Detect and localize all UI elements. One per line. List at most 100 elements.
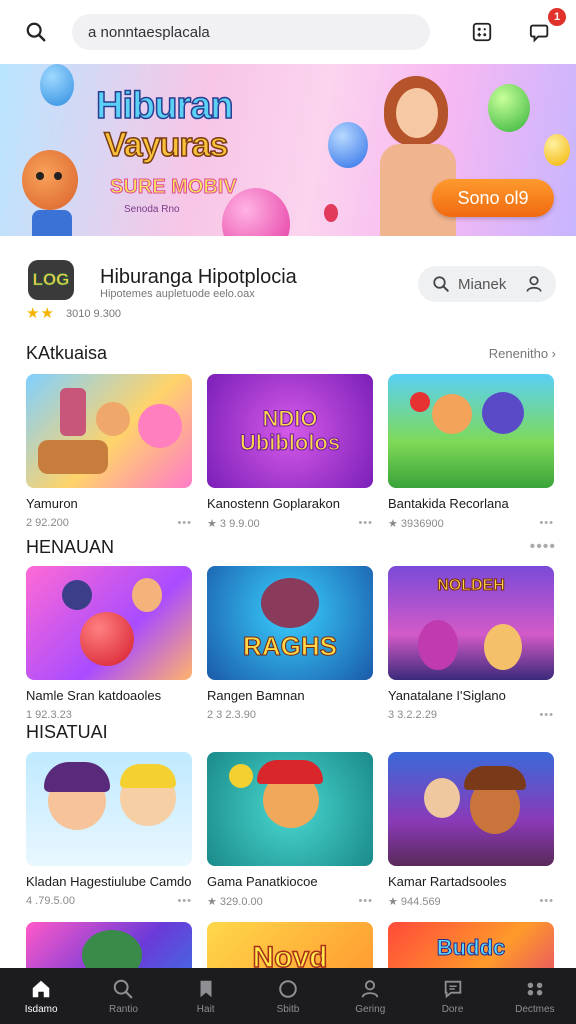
banner-tag: SURE MOBIV [110,176,238,199]
search-input[interactable]: a nonntaesplacala [72,14,430,50]
banner-caption: Senoda Rno [124,204,180,215]
section-header: KAtkuaisa Renenitho › [26,341,556,365]
game-card[interactable]: Bantakida Recorlana ★ 3936900 ••• [388,374,554,530]
app-title: Hiburanga Hipotplocia [100,266,297,288]
more-options-icon[interactable]: ••• [539,517,554,530]
game-thumbnail [26,566,192,680]
character-image [432,394,472,434]
gamepad-icon[interactable] [462,12,502,52]
game-logo-text: NDIO Ubiblolos [239,406,341,455]
nav-item-profile[interactable]: Gering [329,968,411,1024]
bear-mascot-image [22,150,78,210]
banner-cta-button[interactable]: Sono ol9 [432,179,554,217]
game-title: Kladan Hagestiulube Camdo [26,874,192,889]
game-stats: 2 92.200 [26,517,69,529]
controller-icon [523,977,547,1001]
more-options-icon[interactable]: ••• [358,895,373,908]
board-image [38,440,108,474]
more-options-icon[interactable]: •••• [530,538,556,556]
game-stats: ★ 944.569 [388,896,441,908]
hat-image [464,766,526,790]
hat-image [44,762,110,792]
game-card[interactable]: Yamuron 2 92.200 ••• [26,374,192,530]
nav-item-games[interactable]: Dectmes [494,968,576,1024]
game-card[interactable]: RAGHS Rangen Bamnan 2 3 2.3.90 [207,566,373,721]
hair-image [120,764,176,788]
character-image [484,624,522,670]
game-grid: Yamuron 2 92.200 ••• NDIO Ubiblolos Kanos… [26,374,554,530]
more-options-icon[interactable]: ••• [177,517,192,529]
game-stats: ★ 329.0.00 [207,896,263,908]
promo-banner[interactable]: Hiburan Vayuras SURE MOBIV Senoda Rno So… [0,64,576,236]
nav-label: Gering [355,1004,386,1015]
character-image [418,620,458,670]
game-meta: ★ 329.0.00 ••• [207,895,373,908]
bottom-navigation: Isdamo Rantio Hait Sbitb Gering Dore Dec… [0,968,576,1024]
app-subtitle: Hipotemes aupletuode eelo.oax [100,288,255,300]
nav-item-status[interactable]: Sbitb [247,968,329,1024]
character-image [424,778,460,818]
game-meta: ★ 3936900 ••• [388,517,554,530]
game-title: Kamar Rartadsooles [388,874,507,889]
bear-image [261,578,319,628]
market-search-button[interactable]: Mianek [418,266,556,302]
notification-badge: 1 [548,8,566,26]
mascot-body [32,210,72,236]
bookmark-icon [194,977,218,1001]
balloon-image [544,134,570,166]
game-meta: ★ 944.569 ••• [388,895,554,908]
notification-button[interactable]: 1 [520,8,566,52]
game-title: Rangen Bamnan [207,688,305,703]
game-meta: 2 92.200 ••• [26,517,192,529]
nav-item-saved[interactable]: Hait [165,968,247,1024]
balloon-image [410,392,430,412]
game-card[interactable]: NDIO Ubiblolos Kanostenn Goplarakon ★ 3 … [207,374,373,530]
top-actions: 1 [462,8,566,52]
market-label: Mianek [458,275,507,293]
balloon-image [324,204,338,222]
game-stats: ★ 3 9.9.00 [207,518,260,530]
game-stats: 4 .79.5.00 [26,895,75,907]
more-options-icon[interactable]: ••• [358,517,373,530]
game-card[interactable]: Gama Panatkiocoe ★ 329.0.00 ••• [207,752,373,908]
game-title: Namle Sran katdoaoles [26,688,162,703]
game-card[interactable]: Kamar Rartadsooles ★ 944.569 ••• [388,752,554,908]
game-thumbnail: RAGHS [207,566,373,680]
game-card[interactable]: Kladan Hagestiulube Camdo 4 .79.5.00 ••• [26,752,192,908]
search-placeholder: a nonntaesplacala [88,23,210,41]
user-icon [358,977,382,1001]
game-title: Bantakida Recorlana [388,496,509,511]
banner-subtitle: Vayuras [103,125,229,165]
nav-label: Rantio [108,1004,138,1015]
search-icon [111,977,135,1001]
nav-item-search[interactable]: Rantio [82,968,164,1024]
game-grid: Kladan Hagestiulube Camdo 4 .79.5.00 ••• … [26,752,554,908]
section-header: HENAUAN •••• [26,535,556,559]
more-options-icon[interactable]: ••• [539,895,554,908]
nav-item-home[interactable]: Isdamo [0,968,82,1024]
app-logo: LOG [28,260,74,300]
nav-item-chat[interactable]: Dore [411,968,493,1024]
bear-image [482,392,524,434]
game-card[interactable]: NOLDEH Yanatalane I'Siglano 3 3.2.2.29 ••… [388,566,554,721]
game-card[interactable]: Namle Sran katdoaoles 1 92.3.23 [26,566,192,721]
more-options-icon[interactable]: ••• [177,895,192,907]
game-title: Yanatalane I'Siglano [388,688,506,703]
see-more-link[interactable]: Renenitho › [489,346,556,361]
rating-stars: ★★ [26,305,55,322]
app-screen: a nonntaesplacala 1 Hiburan Vayuras SURE… [0,0,576,1024]
balloon-image [40,64,74,106]
game-grid: Namle Sran katdoaoles 1 92.3.23 RAGHS Ra… [26,566,554,721]
search-icon[interactable] [16,12,56,52]
character-face [396,88,438,138]
game-meta: ★ 3 9.9.00 ••• [207,517,373,530]
banner-title: Hiburan [95,85,234,127]
nav-label: Sbitb [276,1004,300,1015]
nav-label: Dore [441,1004,464,1015]
game-logo-text: NOLDEH [437,577,506,595]
game-thumbnail [388,752,554,866]
creature-image [80,612,134,666]
game-thumbnail: NOLDEH [388,566,554,680]
character-image [132,578,162,612]
game-thumbnail [26,374,192,488]
